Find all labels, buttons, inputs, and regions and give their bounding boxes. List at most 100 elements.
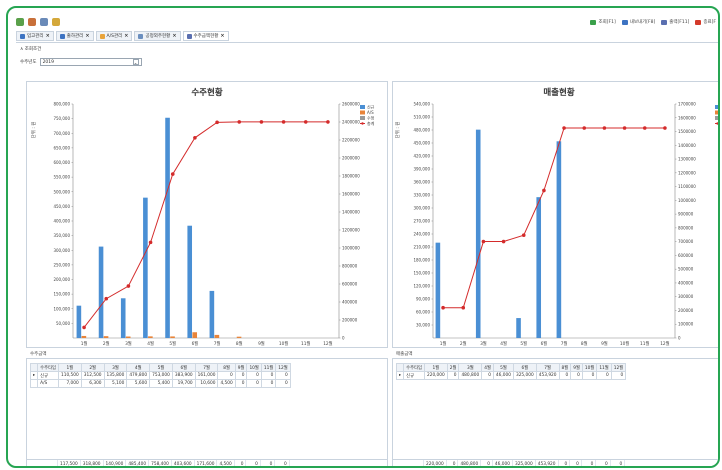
- print-button[interactable]: 출력[F11]: [661, 19, 689, 25]
- table-cell: 453,920: [535, 371, 560, 380]
- point-총계: [521, 233, 526, 238]
- year-select[interactable]: 2019 ⌄: [39, 58, 142, 66]
- document-icon: [20, 33, 25, 39]
- tab-bar: 입고관리 × 출하관리 × A/S관리 × 공정외주현황 × 수주금액현황 ×: [16, 31, 229, 41]
- column-header[interactable]: 2월: [446, 363, 460, 372]
- column-header[interactable]: 6월: [512, 363, 537, 372]
- column-header[interactable]: 5월: [492, 363, 514, 372]
- y2-tick-label: 200000: [342, 318, 358, 323]
- column-header[interactable]: 8월: [217, 363, 236, 372]
- total-cell: 325,000: [513, 460, 536, 466]
- y2-tick-label: 1700000: [678, 102, 696, 107]
- total-cell: 403,600: [172, 460, 195, 466]
- folder-icon: [99, 33, 105, 39]
- search-button[interactable]: 조회[F1]: [590, 19, 616, 25]
- column-header[interactable]: 12월: [610, 363, 627, 372]
- tool-icon[interactable]: [52, 18, 60, 26]
- total-cell: 4,500: [217, 460, 235, 466]
- y2-tick-label: 1000000: [342, 246, 360, 251]
- x-tick-label: 11월: [301, 340, 310, 347]
- column-header[interactable]: 5월: [149, 363, 173, 372]
- bar-신규: [516, 318, 521, 338]
- table-cell: 46,000: [492, 371, 514, 380]
- column-header[interactable]: 3월: [103, 363, 128, 372]
- x-tick-label: 4월: [500, 340, 507, 347]
- column-header[interactable]: 8월: [558, 363, 572, 372]
- total-cell: 171,600: [195, 460, 218, 466]
- y2-tick-label: 1200000: [678, 170, 696, 175]
- y2-tick-label: 2000000: [342, 156, 360, 161]
- column-header[interactable]: 3월: [458, 363, 483, 372]
- table-row[interactable]: A/S 7,000 6,300 5,100 5,600 5,400 19,700 10,600…: [29, 379, 291, 388]
- point-총계: [642, 126, 647, 130]
- order-chart: 50,000 100,000 150,000 200,000 250,000 300,00…: [30, 102, 375, 348]
- y2-tick-label: 2400000: [342, 120, 360, 125]
- exit-button[interactable]: 종료[F: [695, 19, 716, 25]
- total-cell: 0: [261, 460, 276, 466]
- search-icon: [590, 19, 597, 25]
- x-tick-label: 7월: [214, 340, 221, 347]
- legend-swatch: [360, 105, 365, 109]
- column-header[interactable]: 4월: [481, 363, 494, 372]
- user-icon[interactable]: [28, 18, 36, 26]
- y-tick-label: 480,000: [413, 128, 430, 133]
- column-header[interactable]: 수주타입: [403, 363, 425, 372]
- table-cell: 신규: [403, 371, 425, 380]
- column-header[interactable]: 4월: [126, 363, 151, 372]
- bar-A/S: [125, 336, 131, 338]
- column-header[interactable]: 2월: [80, 363, 105, 372]
- close-icon[interactable]: ×: [85, 33, 89, 39]
- x-tick-label: 3월: [125, 340, 132, 347]
- column-header[interactable]: 11월: [596, 363, 612, 372]
- table-cell: 0: [275, 379, 291, 388]
- home-icon[interactable]: [16, 18, 24, 26]
- column-header[interactable]: 9월: [570, 363, 583, 372]
- column-header[interactable]: 1월: [57, 363, 82, 372]
- table-cell: 480,800: [458, 371, 483, 380]
- table-cell: 0: [581, 371, 598, 380]
- point-총계: [170, 172, 175, 176]
- column-header[interactable]: 수주타입: [37, 363, 59, 372]
- column-header[interactable]: 11월: [260, 363, 277, 372]
- close-icon[interactable]: ×: [220, 33, 224, 39]
- close-icon[interactable]: ×: [124, 33, 128, 39]
- table-header-row: 수주타입 1월 2월 3월 4월 5월 6월 7월 8월 9월 10월 11월 12월: [29, 363, 291, 372]
- column-header[interactable]: 9월: [234, 363, 248, 372]
- condition-header[interactable]: ∧ 조회조건: [20, 46, 41, 52]
- y-tick-label: 150,000: [413, 271, 430, 276]
- column-header[interactable]: 10월: [246, 363, 262, 372]
- tab-order-amount[interactable]: 수주금액현황 ×: [182, 31, 229, 41]
- tab-shipping[interactable]: 출하관리 ×: [55, 31, 94, 41]
- tab-receiving[interactable]: 입고관리 ×: [16, 31, 54, 41]
- sales-table: 수주타입 1월 2월 3월 4월 5월 6월 7월 8월 9월 10월 11월 12월 ▸ 신규 220,00…: [395, 363, 627, 380]
- table-row[interactable]: ▸ 신규 110,500 312,500 135,800 479,800 753,000 38…: [29, 371, 291, 380]
- bar-신규: [435, 242, 441, 338]
- export-button[interactable]: 내보내기[F8]: [621, 19, 655, 25]
- bar-A/S: [103, 336, 109, 338]
- total-cell: 117,500: [58, 460, 81, 466]
- point-총계: [281, 120, 286, 124]
- y2-tick-label: 400000: [678, 280, 694, 285]
- y-tick-label: 90,000: [416, 297, 430, 302]
- action-buttons: 조회[F1] 내보내기[F8] 출력[F11] 종료[F: [590, 16, 716, 28]
- column-header[interactable]: 6월: [171, 363, 196, 372]
- table-row[interactable]: ▸ 신규 220,000 0 480,800 0 46,000 325,000 453,920 0…: [395, 371, 627, 380]
- total-cell: 758,400: [149, 460, 172, 466]
- tab-as[interactable]: A/S관리 ×: [95, 31, 133, 41]
- y2-tick-label: 0: [678, 336, 681, 341]
- column-header[interactable]: 7월: [535, 363, 560, 372]
- legend-label: A/S: [367, 110, 374, 115]
- tab-outsourcing[interactable]: 공정외주현황 ×: [134, 31, 181, 41]
- legend-swatch: [715, 105, 718, 109]
- legend-swatch: [716, 122, 718, 125]
- column-header[interactable]: 7월: [194, 363, 219, 372]
- column-header[interactable]: 12월: [275, 363, 291, 372]
- chevron-down-icon[interactable]: ⌄: [132, 59, 139, 65]
- column-header[interactable]: 1월: [423, 363, 448, 372]
- point-총계: [441, 305, 445, 310]
- close-icon[interactable]: ×: [172, 33, 176, 39]
- column-header[interactable]: 10월: [581, 363, 598, 372]
- house-icon[interactable]: [40, 18, 48, 26]
- close-icon[interactable]: ×: [46, 33, 50, 39]
- sales-grid: 수주타입 1월 2월 3월 4월 5월 6월 7월 8월 9월 10월 11월 12월 ▸ 신규 220,00…: [392, 358, 718, 466]
